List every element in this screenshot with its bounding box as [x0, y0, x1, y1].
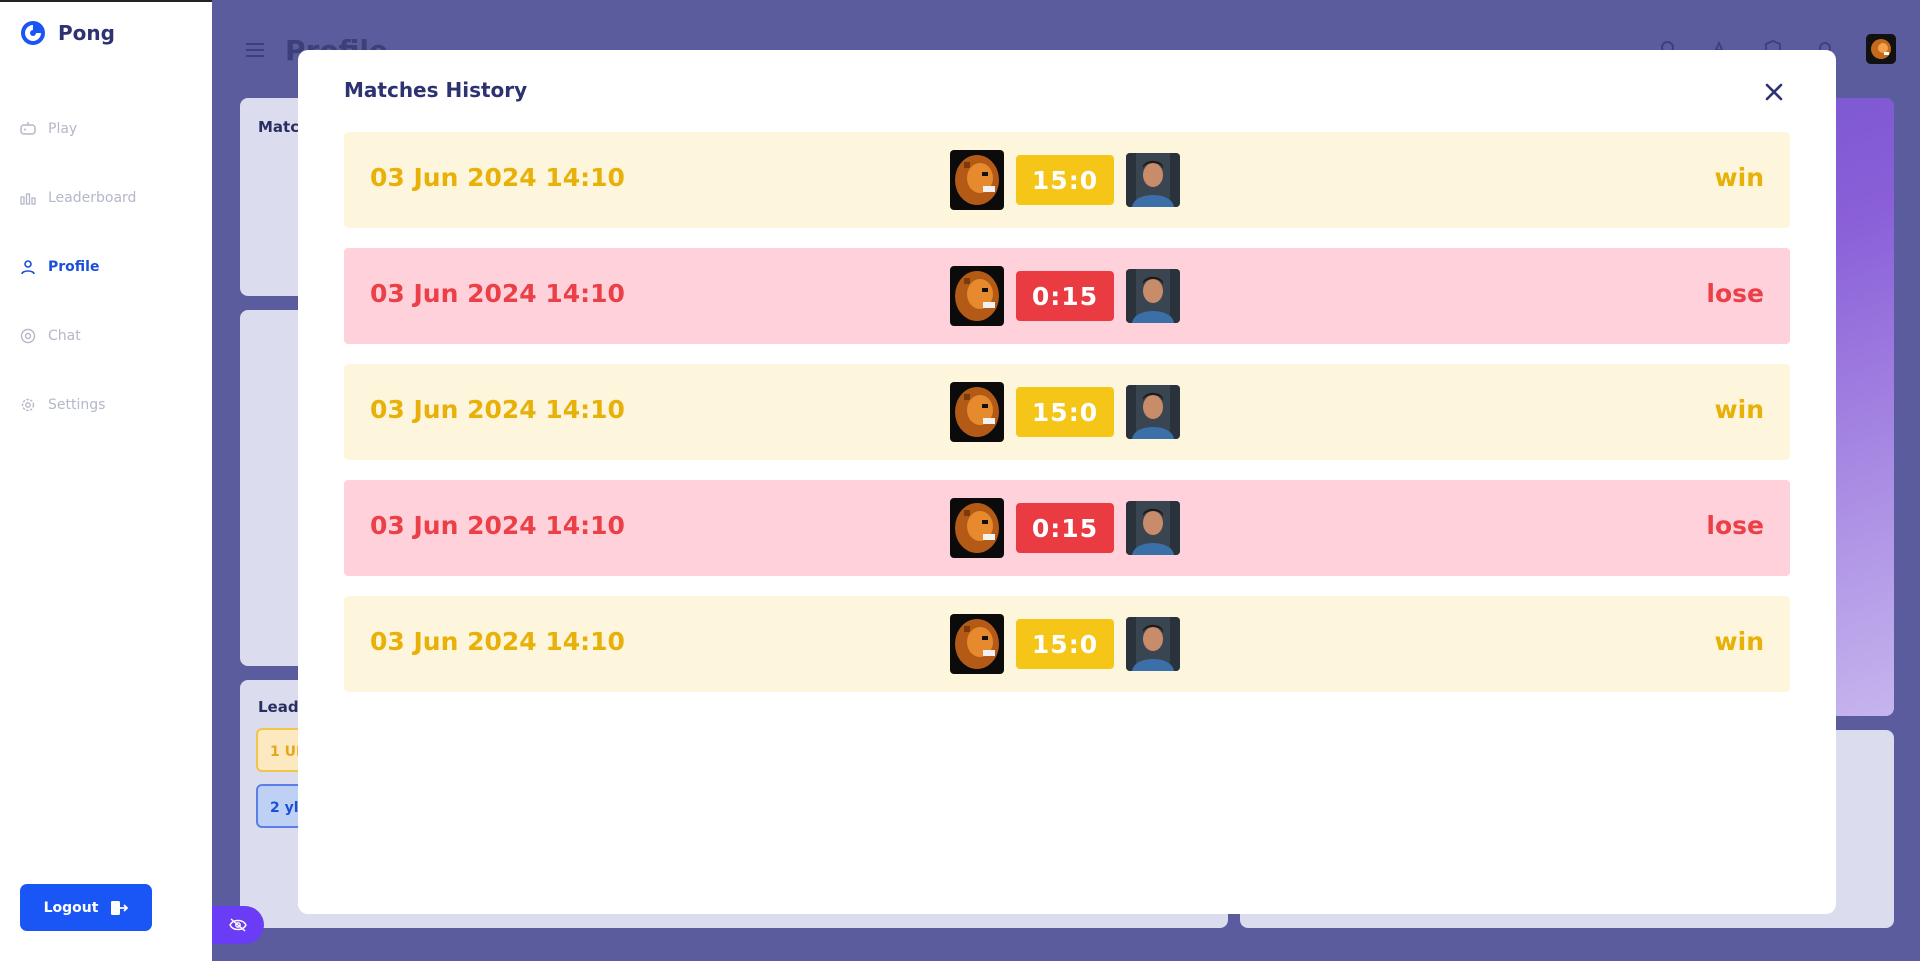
matches-history-modal: Matches History 03 Jun 2024 14:10 15:0 w… [298, 50, 1836, 914]
matches-card-title: Matc [258, 118, 300, 136]
match-list: 03 Jun 2024 14:10 15:0 win 03 Jun 2024 1… [344, 132, 1790, 712]
gamepad-icon [20, 121, 36, 135]
logout-button[interactable]: Logout [20, 884, 152, 931]
sidebar-item-chat[interactable]: Chat [0, 301, 212, 370]
match-row[interactable]: 03 Jun 2024 14:10 0:15 lose [344, 248, 1790, 344]
user-icon [21, 259, 35, 274]
match-row[interactable]: 03 Jun 2024 14:10 15:0 win [344, 596, 1790, 692]
player-avatar-opponent [1126, 269, 1180, 323]
sidebar-item-profile[interactable]: Profile [0, 232, 212, 301]
match-score: 15:0 [1016, 619, 1114, 669]
user-avatar[interactable] [1866, 34, 1896, 64]
eye-off-icon [229, 918, 247, 932]
bar-chart-icon [20, 192, 36, 205]
match-result: win [1714, 395, 1764, 424]
match-score: 0:15 [1016, 503, 1114, 553]
chat-icon [20, 328, 36, 343]
match-date: 03 Jun 2024 14:10 [370, 163, 625, 192]
sidebar-item-label: Play [48, 120, 78, 137]
match-result: win [1714, 627, 1764, 656]
sidebar-item-settings[interactable]: Settings [0, 370, 212, 439]
match-score: 0:15 [1016, 271, 1114, 321]
sidebar-nav: Play Leaderboard Profile Chat Settings [0, 94, 212, 439]
sidebar-item-label: Settings [48, 396, 106, 413]
match-score: 15:0 [1016, 155, 1114, 205]
player-avatar-opponent [1126, 501, 1180, 555]
logout-icon [111, 900, 129, 915]
match-score: 15:0 [1016, 387, 1114, 437]
player-avatar-lion [950, 498, 1004, 558]
close-icon [1765, 83, 1783, 101]
match-row[interactable]: 03 Jun 2024 14:10 15:0 win [344, 132, 1790, 228]
sidebar-item-label: Leaderboard [48, 189, 137, 206]
match-date: 03 Jun 2024 14:10 [370, 395, 625, 424]
match-row[interactable]: 03 Jun 2024 14:10 15:0 win [344, 364, 1790, 460]
close-button[interactable] [1756, 74, 1792, 110]
player-avatar-lion [950, 266, 1004, 326]
match-row[interactable]: 03 Jun 2024 14:10 0:15 lose [344, 480, 1790, 576]
player-avatar-opponent [1126, 617, 1180, 671]
match-date: 03 Jun 2024 14:10 [370, 511, 625, 540]
modal-title: Matches History [344, 78, 528, 102]
gear-icon [21, 398, 35, 411]
sidebar-item-label: Profile [48, 258, 100, 275]
player-avatar-lion [950, 150, 1004, 210]
match-result: lose [1706, 279, 1764, 308]
sidebar-item-label: Chat [48, 327, 81, 344]
pong-logo-icon [21, 21, 45, 45]
player-avatar-lion [950, 382, 1004, 442]
match-result: lose [1706, 511, 1764, 540]
menu-icon[interactable] [246, 42, 264, 58]
sidebar-item-leaderboard[interactable]: Leaderboard [0, 163, 212, 232]
toggle-visibility-button[interactable] [212, 906, 264, 944]
player-avatar-lion [950, 614, 1004, 674]
match-date: 03 Jun 2024 14:10 [370, 627, 625, 656]
brand[interactable]: Pong [20, 20, 115, 46]
sidebar-item-play[interactable]: Play [0, 94, 212, 163]
brand-name: Pong [58, 21, 115, 45]
player-avatar-opponent [1126, 385, 1180, 439]
match-date: 03 Jun 2024 14:10 [370, 279, 625, 308]
logout-label: Logout [43, 899, 99, 916]
sidebar: Pong Play Leaderboard Profile Chat Setti… [0, 0, 212, 961]
player-avatar-opponent [1126, 153, 1180, 207]
match-result: win [1714, 163, 1764, 192]
